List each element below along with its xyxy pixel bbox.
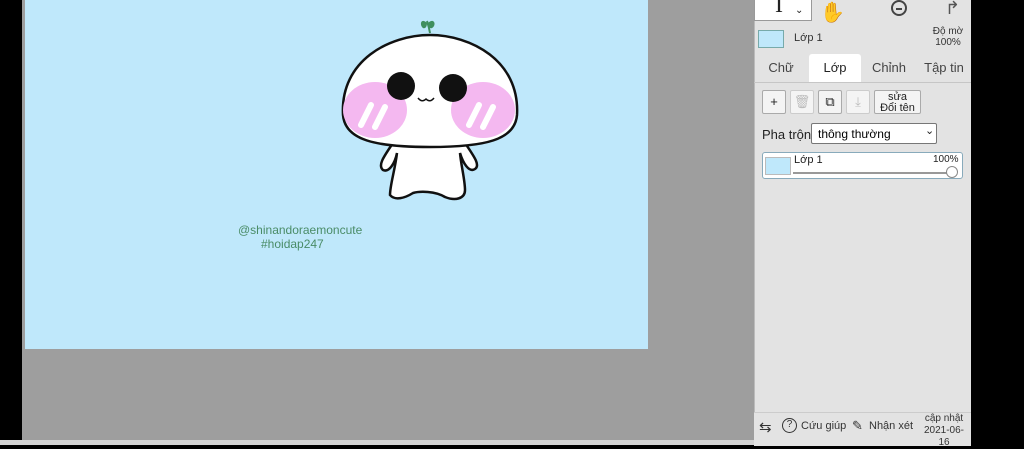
update-info: cập nhật 2021-06-16 [921, 413, 967, 449]
rename-label: Đổi tên [880, 102, 915, 114]
text-cursor-icon: I [775, 0, 783, 18]
tab-file[interactable]: Tập tin [918, 54, 970, 82]
opacity-value: 100% [935, 37, 961, 48]
chevron-down-icon[interactable]: ⌄ [795, 5, 803, 16]
tab-text[interactable]: Chữ [760, 54, 802, 82]
merge-down-button[interactable]: ⤓ [846, 90, 870, 114]
blend-mode-label: Pha trộn [762, 127, 812, 142]
hand-icon[interactable]: ✋ [820, 0, 845, 25]
layer-thumbnail [758, 30, 784, 48]
current-layer-name: Lớp 1 [794, 32, 823, 44]
tab-layers[interactable]: Lớp [809, 54, 861, 82]
layer-name: Lớp 1 [794, 154, 823, 166]
merge-down-icon: ⤓ [855, 94, 861, 109]
layer-opacity-value: 100% [933, 154, 959, 165]
add-layer-button[interactable]: + [762, 90, 786, 114]
zoom-out-icon[interactable] [891, 0, 907, 16]
help-link[interactable]: Cứu giúp [801, 420, 846, 432]
edit-icon[interactable]: ✎ [852, 418, 863, 434]
blend-mode-select[interactable]: thông thường [811, 123, 937, 144]
duplicate-layer-button[interactable]: ⧉ [818, 90, 842, 114]
help-icon[interactable]: ? [782, 418, 797, 433]
update-label: cập nhật [924, 413, 964, 424]
opacity-label: Độ mờ [932, 26, 964, 37]
swap-icon[interactable]: ⇆ [759, 418, 772, 436]
slider-handle[interactable] [946, 166, 958, 178]
layer-opacity-slider[interactable] [793, 172, 951, 174]
tab-divider [754, 82, 971, 83]
delete-layer-button[interactable]: 🗑 [790, 90, 814, 114]
credit-tag: #hoidap247 [261, 237, 324, 251]
credit-handle: @shinandoraemoncute [238, 223, 363, 237]
chevron-down-icon: ⌄ [925, 125, 935, 137]
window-margin [971, 0, 1024, 445]
trash-icon: 🗑 [793, 94, 811, 109]
rename-layer-button[interactable]: sửa Đổi tên [874, 90, 921, 114]
duplicate-icon: ⧉ [825, 94, 835, 109]
opacity-readout: Độ mờ 100% [930, 26, 966, 48]
feedback-link[interactable]: Nhận xét [869, 420, 913, 432]
tab-adjust[interactable]: Chỉnh [866, 54, 912, 82]
panel-tabs: Chữ Lớp Chỉnh Tập tin [754, 54, 971, 82]
character-illustration [341, 20, 519, 201]
horizontal-scrollbar[interactable] [0, 440, 754, 445]
layer-thumbnail [765, 157, 791, 175]
update-date: 2021-06-16 [923, 425, 965, 448]
redo-icon[interactable]: ↱ [945, 0, 960, 19]
